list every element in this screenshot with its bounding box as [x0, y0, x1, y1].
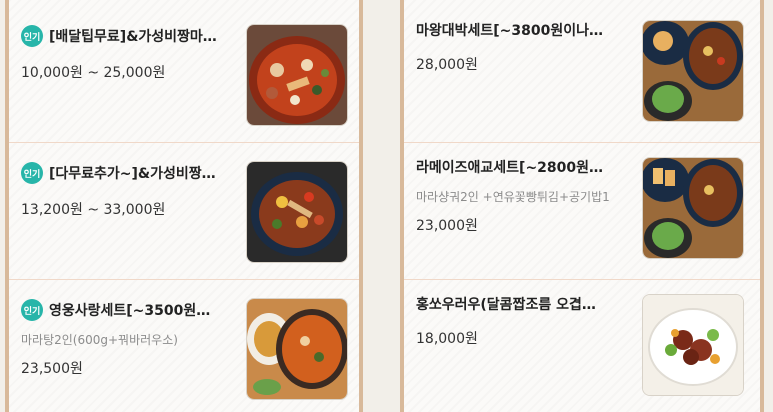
spicy-hotpot-photo [246, 24, 348, 126]
combo-set-photo-2 [642, 157, 744, 259]
menu-item-price: 13,200원 ~ 33,000원 [21, 202, 166, 218]
menu-item-name: 마왕대박세트[~3800원이나… [416, 23, 604, 39]
menu-item[interactable]: 홍쏘우러우(달콤짭조름 오겹… 18,000원 [404, 280, 760, 412]
menu-item-name: [다무료추가~]&가성비짱… [49, 166, 216, 182]
menu-item[interactable]: 라메이즈애교세트[~2800원… 마라샹궈2인 +연유꽃빵튀김+공기밥1 23,… [404, 143, 760, 280]
menu-item-name: 영웅사랑세트[~3500원… [49, 303, 211, 319]
menu-item-name: [배달팁무료]&가성비짱마… [49, 29, 217, 45]
menu-item[interactable]: 인기 [배달팁무료]&가성비짱마… 10,000원 ~ 25,000원 [9, 6, 359, 143]
menu-item-description: 마라탕2인(600g+꿔바러우소) [21, 333, 178, 347]
menu-item-price: 23,500원 [21, 361, 83, 377]
menu-item-name: 홍쏘우러우(달콤짭조름 오겹… [416, 297, 596, 313]
menu-item[interactable]: 인기 영웅사랑세트[~3500원… 마라탕2인(600g+꿔바러우소) 23,5… [9, 280, 359, 412]
menu-list-right: 마왕대박세트[~3800원이나… 28,000원 라메이즈애교세트[~2800원… [400, 0, 764, 412]
menu-item-description: 마라샹궈2인 +연유꽃빵튀김+공기밥1 [416, 190, 610, 204]
popular-badge: 인기 [21, 299, 43, 321]
popular-badge: 인기 [21, 162, 43, 184]
menu-item[interactable]: 마왕대박세트[~3800원이나… 28,000원 [404, 6, 760, 143]
menu-item-price: 18,000원 [416, 331, 478, 347]
braised-pork-photo [642, 294, 744, 396]
menu-item-price: 23,000원 [416, 218, 478, 234]
menu-list-left: 인기 [배달팁무료]&가성비짱마… 10,000원 ~ 25,000원 인기 [… [5, 0, 363, 412]
menu-item-name: 라메이즈애교세트[~2800원… [416, 160, 604, 176]
set-meal-photo [246, 298, 348, 400]
combo-set-photo [642, 20, 744, 122]
menu-item-price: 10,000원 ~ 25,000원 [21, 65, 166, 81]
menu-item[interactable]: 인기 [다무료추가~]&가성비짱… 13,200원 ~ 33,000원 [9, 143, 359, 280]
stir-fry-photo [246, 161, 348, 263]
popular-badge: 인기 [21, 25, 43, 47]
menu-item-price: 28,000원 [416, 57, 478, 73]
